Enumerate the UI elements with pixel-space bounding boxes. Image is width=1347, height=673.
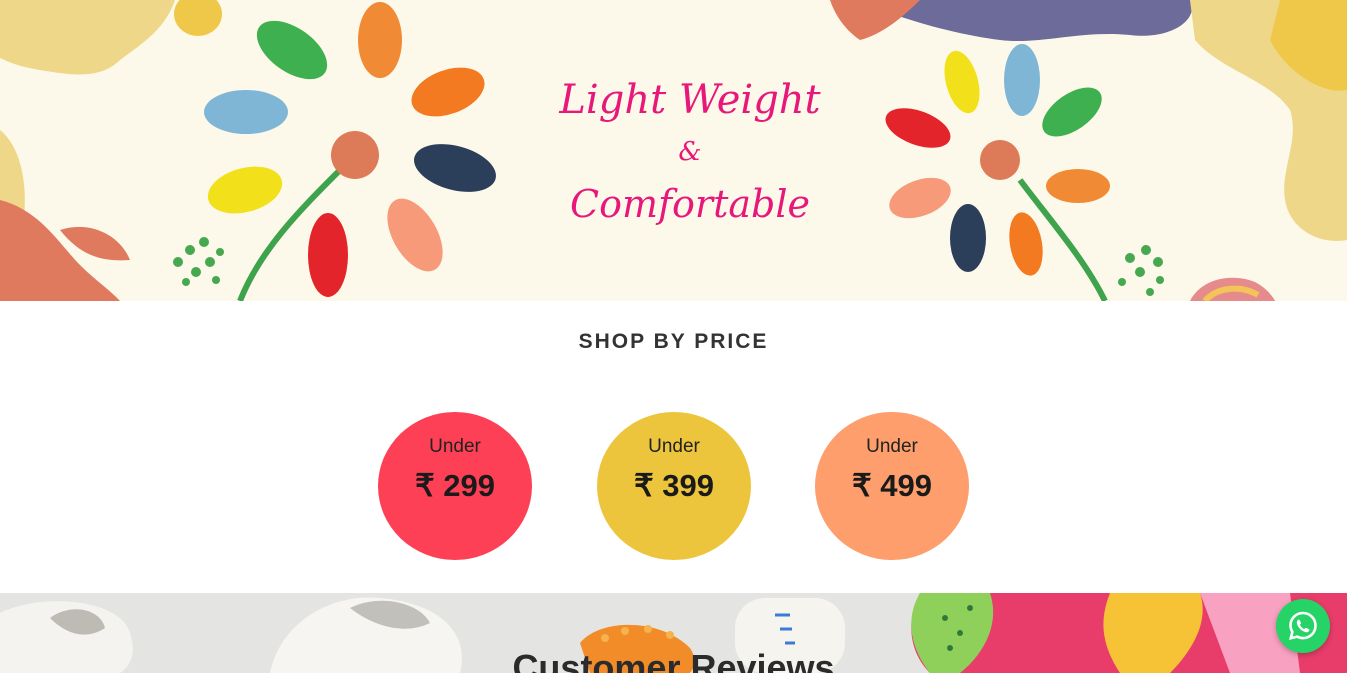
hero-headline: Light Weight & Comfortable (540, 70, 840, 234)
price-under-label: Under (648, 436, 700, 457)
shop-by-price-title: SHOP BY PRICE (578, 330, 769, 353)
hero-headline-ampersand: & (678, 137, 702, 167)
price-under-499-link[interactable]: Under ₹ 499 (815, 412, 969, 560)
price-value: ₹ 299 (414, 468, 496, 503)
price-under-299-link[interactable]: Under ₹ 299 (378, 412, 532, 560)
customer-reviews-section: Customer Reviews (0, 593, 1347, 673)
customer-reviews-title: Customer Reviews (512, 647, 835, 673)
price-value: ₹ 399 (633, 468, 715, 503)
hero-headline-line1: Light Weight (559, 77, 821, 123)
price-value: ₹ 499 (851, 468, 933, 503)
price-under-399-link[interactable]: Under ₹ 399 (597, 412, 751, 560)
hero-headline-line2: Comfortable (570, 182, 810, 226)
price-under-label: Under (866, 436, 918, 457)
hero-banner[interactable]: Light Weight & Comfortable (0, 0, 1347, 301)
whatsapp-icon (1289, 611, 1317, 640)
whatsapp-chat-button[interactable] (1276, 599, 1330, 653)
price-under-label: Under (429, 436, 481, 457)
